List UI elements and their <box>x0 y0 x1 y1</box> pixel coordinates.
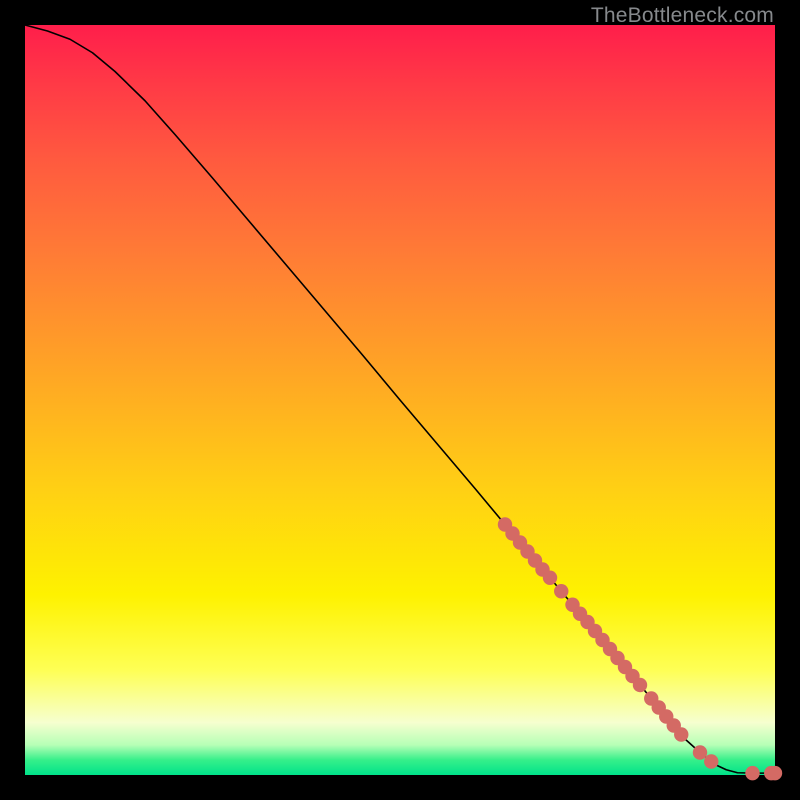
data-marker <box>693 745 707 759</box>
data-marker <box>674 727 688 741</box>
data-marker <box>768 766 782 780</box>
bottleneck-curve <box>25 25 775 773</box>
data-marker <box>554 584 568 598</box>
chart-stage: TheBottleneck.com <box>0 0 800 800</box>
chart-overlay <box>25 25 775 775</box>
data-marker <box>704 754 718 768</box>
data-marker <box>543 571 557 585</box>
data-markers <box>498 517 782 780</box>
data-marker <box>633 678 647 692</box>
data-marker <box>745 766 759 780</box>
